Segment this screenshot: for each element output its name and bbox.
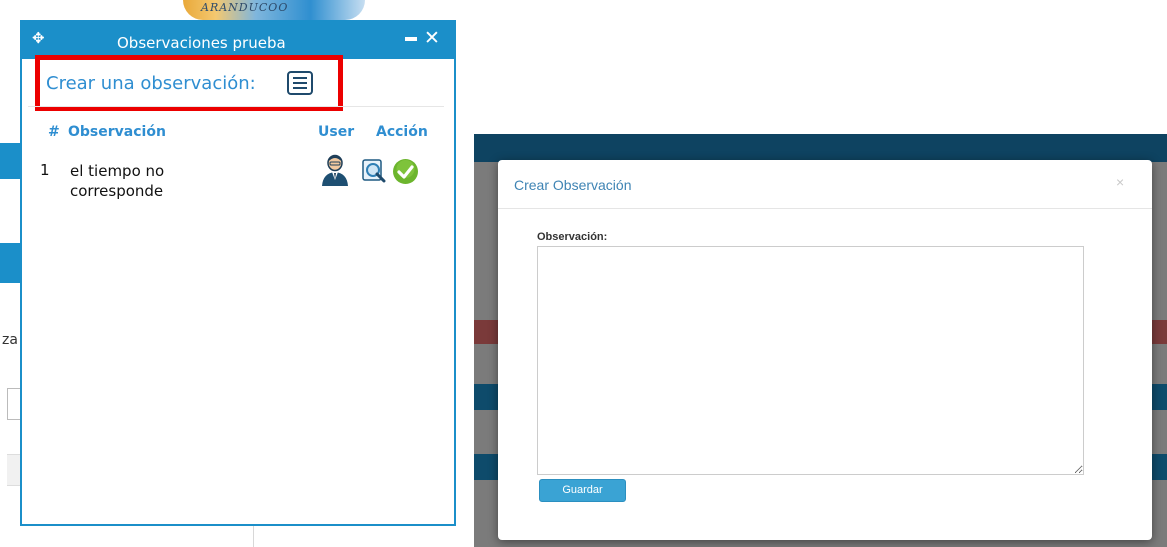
create-observation-highlight: Crear una observación: (35, 55, 343, 111)
modal-header: Crear Observación × (498, 160, 1152, 209)
column-header-user: User (318, 124, 355, 140)
column-header-action: Acción (376, 124, 428, 140)
observation-field-label: Observación: (537, 231, 608, 243)
close-icon[interactable]: ✕ (424, 28, 440, 48)
background-nav-bar (0, 243, 22, 283)
search-icon[interactable] (361, 158, 387, 184)
background-topbar (474, 134, 1167, 162)
background-logo: ARANDUCOO (183, 0, 365, 20)
panel-titlebar[interactable]: ✥ Observaciones prueba ✕ (22, 22, 454, 59)
modal-title: Crear Observación (514, 177, 632, 193)
modal-close-icon[interactable]: × (1116, 174, 1124, 190)
save-button[interactable]: Guardar (539, 479, 626, 502)
observation-textarea[interactable] (537, 246, 1084, 475)
screenshot-stage: ARANDUCOO za ✥ Observaciones prueba ✕ Cr… (0, 0, 1167, 547)
row-number: 1 (40, 161, 50, 179)
column-header-number: # (48, 124, 60, 140)
background-divider (253, 526, 254, 547)
check-icon[interactable] (392, 158, 419, 185)
create-observation-label[interactable]: Crear una observación: (46, 73, 256, 94)
background-logo-text: ARANDUCOO (201, 1, 289, 14)
minimize-icon[interactable] (405, 37, 417, 41)
observation-text: el tiempo no corresponde (70, 162, 165, 200)
move-icon[interactable]: ✥ (32, 30, 45, 46)
background-nav-bar (0, 143, 22, 179)
column-header-observation: Observación (68, 124, 166, 140)
document-list-icon[interactable] (287, 71, 313, 95)
panel-title: Observaciones prueba (117, 34, 286, 52)
create-observation-modal: Crear Observación × Observación: Guardar (498, 160, 1152, 540)
background-text-fragment: za (2, 332, 18, 348)
user-avatar-icon[interactable] (320, 154, 350, 186)
divider (28, 106, 444, 107)
observations-panel: ✥ Observaciones prueba ✕ Crear una obser… (20, 20, 456, 526)
